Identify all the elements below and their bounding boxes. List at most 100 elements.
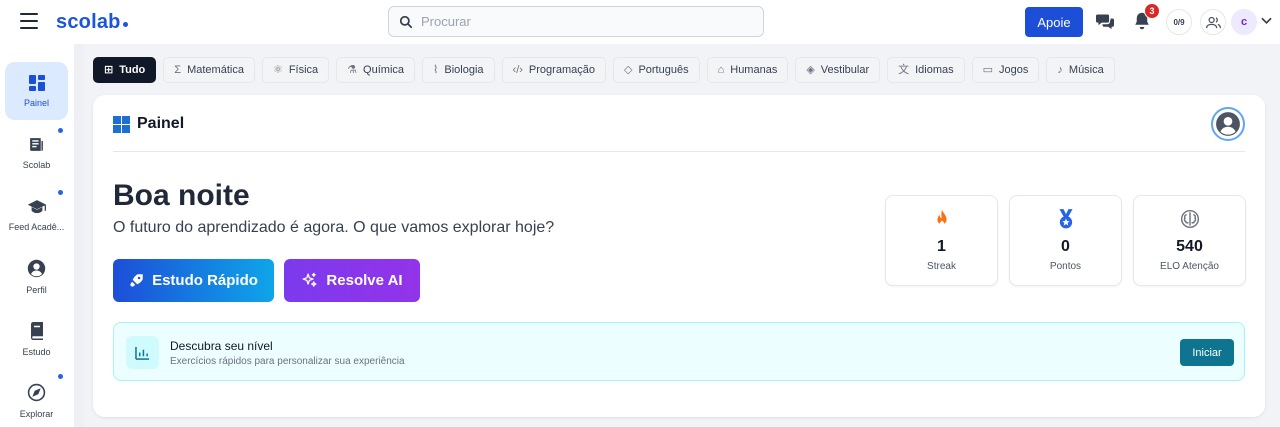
dashboard-icon <box>28 74 45 91</box>
grid-icon: ⊞ <box>104 63 114 76</box>
category-chip-musica[interactable]: ♪ Música <box>1046 57 1115 83</box>
greeting-heading: Boa noite <box>113 179 250 212</box>
users-icon <box>1205 16 1221 28</box>
stat-label: ELO Atenção <box>1160 261 1219 272</box>
dashboard-card: Painel Boa noite O futuro do aprendizado… <box>93 95 1265 417</box>
landmark-icon: ⌂ <box>717 63 725 76</box>
chip-label: Música <box>1068 64 1104 76</box>
chip-label: Vestibular <box>820 64 870 76</box>
flame-icon <box>936 209 947 227</box>
logo-text: scolab <box>56 11 121 33</box>
windows-grid-icon <box>113 115 130 133</box>
notification-badge: 3 <box>1144 3 1160 19</box>
compass-icon <box>27 383 46 402</box>
stat-card-elo: 540 ELO Atenção <box>1133 195 1246 286</box>
sidebar-item-label: Feed Acadê... <box>8 221 65 232</box>
stat-label: Pontos <box>1049 261 1082 272</box>
category-chip-jogos[interactable]: ▭ Jogos <box>971 57 1040 83</box>
start-button[interactable]: Iniciar <box>1180 339 1234 366</box>
new-indicator-dot <box>58 190 63 195</box>
book-icon <box>30 321 43 340</box>
category-chip-programacao[interactable]: ‹/› Programação <box>501 57 606 83</box>
sidebar-scrollbar[interactable] <box>74 44 84 427</box>
sidebar-item-label: Estudo <box>22 346 51 357</box>
graduation-cap-icon <box>27 199 46 213</box>
new-indicator-dot <box>58 374 63 379</box>
sidebar-item-estudo[interactable]: Estudo <box>5 310 68 368</box>
graduation-icon: ◈ <box>806 63 815 76</box>
card-header: Painel <box>113 115 184 133</box>
logo[interactable]: scolab <box>56 11 128 34</box>
chip-label: Matemática <box>187 64 244 76</box>
category-chip-quimica[interactable]: ⚗ Química <box>336 57 416 83</box>
code-icon: ‹/› <box>512 63 523 76</box>
flask-icon: ⚗ <box>347 63 358 76</box>
resolve-ai-button[interactable]: Resolve AI <box>284 259 420 302</box>
sidebar-item-painel[interactable]: Painel <box>5 62 68 120</box>
progress-counter[interactable]: 0/9 <box>1166 9 1192 35</box>
sidebar-item-perfil[interactable]: Perfil <box>5 248 68 306</box>
chip-label: Tudo <box>119 64 146 76</box>
stat-card-streak: 1 Streak <box>885 195 998 286</box>
stat-value: 540 <box>1176 238 1203 255</box>
greeting-subtitle: O futuro do aprendizado é agora. O que v… <box>113 219 555 236</box>
stat-value: 0 <box>1061 238 1070 255</box>
level-discovery-banner: Descubra seu nível Exercícios rápidos pa… <box>113 322 1245 381</box>
chip-label: Biologia <box>444 64 484 76</box>
sidebar-item-explorar[interactable]: Explorar <box>5 372 68 427</box>
chip-label: Programação <box>528 64 595 76</box>
stat-label: Streak <box>927 261 956 272</box>
dna-icon: ⌇ <box>433 63 439 76</box>
chip-label: Português <box>638 64 689 76</box>
category-chip-matematica[interactable]: Σ Matemática <box>163 57 255 83</box>
category-chip-fisica[interactable]: ⚛ Física <box>261 57 330 83</box>
level-title: Descubra seu nível <box>170 339 273 353</box>
friends-button[interactable] <box>1200 9 1226 35</box>
apoie-button[interactable]: Apoie <box>1025 7 1083 37</box>
profile-button[interactable] <box>1211 107 1245 141</box>
sigma-icon: Σ <box>174 63 182 76</box>
atom-icon: ⚛ <box>272 63 283 76</box>
level-subtitle: Exercícios rápidos para personalizar sua… <box>170 356 405 367</box>
chevron-down-icon[interactable] <box>1261 17 1272 25</box>
brain-icon <box>1180 209 1199 229</box>
category-bar: ⊞ Tudo Σ Matemática ⚛ Física ⚗ Química ⌇ Biol… <box>93 57 1115 83</box>
page-title: Painel <box>137 115 185 132</box>
stat-value: 1 <box>937 238 946 255</box>
category-chip-idiomas[interactable]: 文 Idiomas <box>887 57 965 83</box>
button-label: Estudo Rápido <box>152 272 258 289</box>
quick-study-button[interactable]: Estudo Rápido <box>113 259 274 302</box>
tag-icon: ◇ <box>623 63 633 76</box>
category-chip-vestibular[interactable]: ◈ Vestibular <box>795 57 881 83</box>
user-circle-icon <box>1216 112 1240 136</box>
search-input[interactable] <box>421 14 741 29</box>
menu-icon[interactable] <box>20 13 38 29</box>
user-circle-icon <box>27 259 46 278</box>
search-icon <box>399 15 413 28</box>
search-bar[interactable] <box>388 6 764 37</box>
music-icon: ♪ <box>1057 63 1063 76</box>
languages-icon: 文 <box>898 63 910 76</box>
sidebar-item-label: Explorar <box>19 409 54 419</box>
chip-label: Física <box>288 64 319 76</box>
chip-label: Idiomas <box>915 64 954 76</box>
category-chip-biologia[interactable]: ⌇ Biologia <box>422 57 495 83</box>
bar-chart-icon <box>126 336 159 369</box>
category-chip-humanas[interactable]: ⌂ Humanas <box>706 57 789 83</box>
newspaper-icon <box>30 138 43 151</box>
medal-icon <box>1058 209 1073 229</box>
stat-card-pontos: 0 Pontos <box>1009 195 1122 286</box>
chat-icon[interactable] <box>1094 10 1116 32</box>
category-chip-portugues[interactable]: ◇ Português <box>612 57 700 83</box>
rocket-icon <box>130 274 143 287</box>
chip-label: Química <box>363 64 405 76</box>
user-avatar[interactable]: c <box>1231 9 1257 35</box>
category-chip-tudo[interactable]: ⊞ Tudo <box>93 57 157 83</box>
sparkles-icon <box>302 272 317 287</box>
sidebar-item-label: Perfil <box>26 285 47 295</box>
divider <box>113 151 1245 152</box>
chip-label: Humanas <box>730 64 778 76</box>
sidebar: Painel Scolab Feed Acadê... Perfil Estud… <box>0 44 74 427</box>
gamepad-icon: ▭ <box>982 63 994 76</box>
sidebar-item-label: Painel <box>23 97 50 108</box>
